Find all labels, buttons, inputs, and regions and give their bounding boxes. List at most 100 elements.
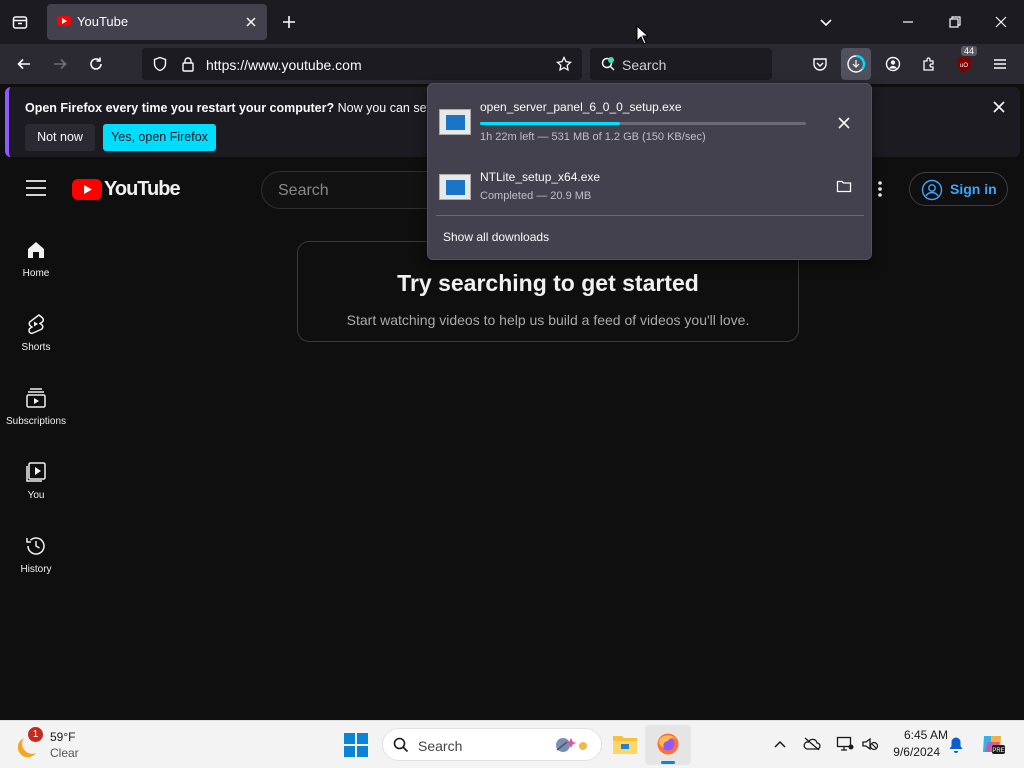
close-notification-icon[interactable] [991, 99, 1007, 115]
sign-in-label: Sign in [950, 181, 997, 197]
sidebar-item-home[interactable]: Home [0, 238, 72, 279]
file-explorer-icon[interactable] [612, 732, 638, 756]
you-icon [24, 460, 48, 484]
youtube-favicon-icon [57, 16, 71, 26]
url-text: https://www.youtube.com [206, 57, 362, 73]
downloads-panel: open_server_panel_6_0_0_setup.exe 1h 22m… [427, 83, 872, 260]
lock-icon[interactable] [180, 56, 196, 72]
user-circle-icon [921, 179, 943, 201]
list-tabs-chevron-icon[interactable] [818, 14, 834, 30]
extensions-puzzle-icon[interactable] [917, 52, 941, 76]
onedrive-offline-icon[interactable] [803, 736, 821, 752]
home-icon [24, 238, 48, 262]
history-icon [24, 534, 48, 558]
notification-bell-icon[interactable] [948, 736, 964, 754]
active-app-indicator [661, 761, 675, 764]
extension-badge: 44 [961, 46, 978, 56]
download-item[interactable]: NTLite_setup_x64.exe Completed — 20.9 MB [428, 158, 871, 212]
sidebar-item-shorts[interactable]: Shorts [0, 312, 72, 353]
tab-manager-icon[interactable] [12, 14, 28, 30]
exe-file-icon [439, 174, 471, 200]
close-window-icon[interactable] [993, 14, 1009, 30]
yes-open-firefox-button[interactable]: Yes, open Firefox [103, 124, 216, 151]
sidebar-item-you[interactable]: You [0, 460, 72, 501]
copilot-icon[interactable]: PRE [980, 732, 1006, 756]
sidebar-label: You [27, 490, 45, 501]
weather-temp: 59°F [50, 730, 76, 744]
display-icon[interactable] [836, 736, 854, 752]
web-search-bar[interactable]: Search [590, 48, 772, 80]
download-progress-fill [480, 122, 621, 125]
url-bar[interactable]: https://www.youtube.com [142, 48, 582, 80]
sidebar-label: Home [22, 268, 50, 279]
cancel-download-icon[interactable] [836, 115, 852, 131]
download-item[interactable]: open_server_panel_6_0_0_setup.exe 1h 22m… [428, 88, 871, 150]
pocket-icon[interactable] [808, 52, 832, 76]
windows-taskbar: 1 59°F Clear Search 6:45 AM 9/6/2024 PRE [0, 720, 1024, 768]
taskbar-date[interactable]: 9/6/2024 [886, 745, 940, 759]
download-status: Completed — 20.9 MB [480, 190, 592, 202]
subscriptions-icon [24, 386, 48, 410]
svg-text:uO: uO [960, 63, 968, 69]
tab-title: YouTube [77, 14, 129, 29]
open-folder-icon[interactable] [836, 178, 852, 194]
sidebar-item-subscriptions[interactable]: Subscriptions [0, 386, 72, 427]
youtube-play-logo-icon [72, 179, 102, 200]
download-filename: NTLite_setup_x64.exe [480, 170, 601, 184]
weather-desc: Clear [50, 746, 79, 760]
new-tab-icon[interactable] [281, 14, 297, 30]
empty-feed-title: Try searching to get started [397, 270, 699, 296]
close-tab-icon[interactable] [243, 14, 259, 30]
app-menu-hamburger-icon[interactable] [988, 52, 1012, 76]
sidebar-label: History [20, 564, 52, 575]
volume-muted-icon[interactable] [861, 736, 879, 752]
downloads-icon[interactable] [841, 48, 871, 80]
sidebar-item-history[interactable]: History [0, 534, 72, 575]
windows-start-icon[interactable] [344, 733, 368, 757]
reload-icon[interactable] [84, 52, 108, 76]
tab-strip: YouTube [0, 0, 1024, 44]
youtube-search-input[interactable]: Search [261, 171, 441, 209]
tab-youtube[interactable]: YouTube [47, 4, 267, 40]
ublock-origin-icon[interactable]: uO 44 [952, 46, 978, 76]
search-bar-placeholder: Search [622, 57, 667, 73]
download-filename: open_server_panel_6_0_0_setup.exe [480, 100, 682, 114]
minimize-icon[interactable] [900, 14, 916, 30]
bookmark-star-icon[interactable] [556, 56, 572, 72]
notification-message: Open Firefox every time you restart your… [25, 101, 455, 115]
sign-in-button[interactable]: Sign in [909, 172, 1008, 206]
taskbar-search-box[interactable]: Search [382, 728, 602, 761]
guide-menu-icon[interactable] [25, 179, 47, 197]
navigation-toolbar: https://www.youtube.com Search uO 44 [0, 44, 1024, 84]
taskbar-time[interactable]: 6:45 AM [886, 728, 948, 742]
taskbar-firefox-button[interactable] [645, 725, 691, 765]
search-icon [393, 737, 409, 753]
search-engine-icon [600, 56, 616, 72]
sidebar-label: Shorts [21, 342, 51, 353]
notification-bold: Open Firefox every time you restart your… [25, 101, 335, 115]
weather-alert-badge: 1 [28, 727, 43, 742]
exe-file-icon [439, 109, 471, 135]
downloads-divider [436, 215, 864, 216]
youtube-search-placeholder: Search [278, 182, 329, 199]
show-hidden-icons-chevron-icon[interactable] [773, 738, 787, 752]
not-now-button[interactable]: Not now [25, 124, 95, 151]
download-progress-bar [480, 122, 806, 125]
tracking-shield-icon[interactable] [152, 56, 168, 72]
forward-arrow-icon[interactable] [48, 52, 72, 76]
sidebar-label: Subscriptions [5, 416, 67, 427]
back-arrow-icon[interactable] [12, 52, 36, 76]
restore-icon[interactable] [947, 14, 963, 30]
mouse-cursor-icon [636, 25, 648, 45]
search-highlight-icon [551, 734, 591, 756]
youtube-wordmark: YouTube [104, 178, 181, 200]
download-status: 1h 22m left — 531 MB of 1.2 GB (150 KB/s… [480, 131, 706, 143]
account-icon[interactable] [881, 52, 905, 76]
youtube-logo[interactable]: YouTube [72, 178, 181, 201]
weather-widget[interactable]: 1 59°F Clear [18, 727, 108, 761]
more-options-icon[interactable] [872, 180, 888, 198]
taskbar-search-label: Search [418, 738, 463, 754]
svg-text:PRE: PRE [992, 748, 1004, 754]
show-all-downloads-link[interactable]: Show all downloads [443, 230, 549, 244]
firefox-icon [656, 732, 680, 756]
